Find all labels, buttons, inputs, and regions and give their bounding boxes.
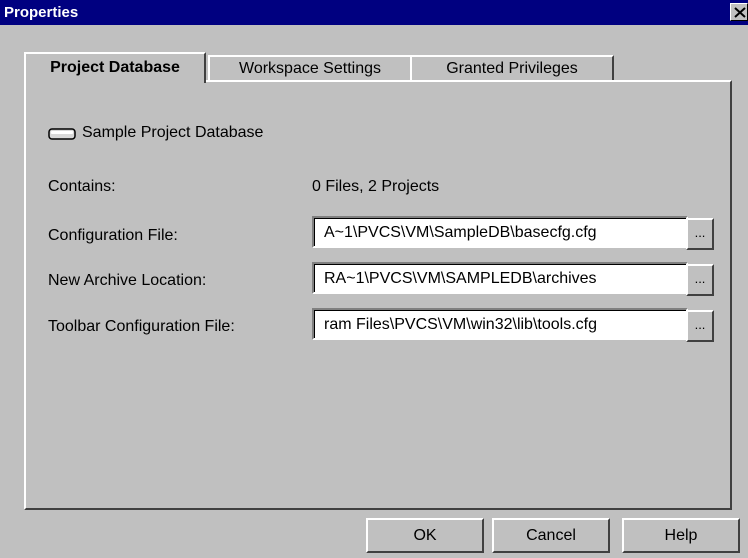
help-button[interactable]: Help bbox=[622, 518, 740, 553]
archive-location-field[interactable]: RA~1\PVCS\VM\SAMPLEDB\archives bbox=[312, 262, 688, 294]
contains-label: Contains: bbox=[48, 178, 116, 195]
database-name: Sample Project Database bbox=[82, 124, 264, 141]
close-icon bbox=[734, 7, 746, 18]
toolbar-config-browse-button[interactable]: ... bbox=[686, 310, 714, 342]
configuration-file-field[interactable]: A~1\PVCS\VM\SampleDB\basecfg.cfg bbox=[312, 216, 688, 248]
tab-project-database[interactable]: Project Database bbox=[24, 52, 206, 83]
tab-granted-privileges[interactable]: Granted Privileges bbox=[410, 55, 614, 81]
tab-workspace-settings[interactable]: Workspace Settings bbox=[208, 55, 412, 81]
toolbar-config-field[interactable]: ram Files\PVCS\VM\win32\lib\tools.cfg bbox=[312, 308, 688, 340]
configuration-file-label: Configuration File: bbox=[48, 227, 178, 244]
database-icon bbox=[48, 128, 76, 140]
tab-workspace-settings-label: Workspace Settings bbox=[239, 60, 381, 77]
toolbar-config-label: Toolbar Configuration File: bbox=[48, 318, 235, 335]
title-bar: Properties bbox=[0, 0, 748, 25]
close-button[interactable] bbox=[730, 3, 748, 21]
tab-granted-privileges-label: Granted Privileges bbox=[446, 60, 578, 77]
tab-panel-project-database: Sample Project Database Contains: 0 File… bbox=[24, 80, 732, 510]
window-title: Properties bbox=[4, 4, 79, 21]
ok-button[interactable]: OK bbox=[366, 518, 484, 553]
contains-value: 0 Files, 2 Projects bbox=[312, 178, 440, 195]
configuration-file-browse-button[interactable]: ... bbox=[686, 218, 714, 250]
tab-project-database-label: Project Database bbox=[50, 59, 180, 76]
cancel-button[interactable]: Cancel bbox=[492, 518, 610, 553]
archive-location-browse-button[interactable]: ... bbox=[686, 264, 714, 296]
archive-location-label: New Archive Location: bbox=[48, 272, 207, 289]
